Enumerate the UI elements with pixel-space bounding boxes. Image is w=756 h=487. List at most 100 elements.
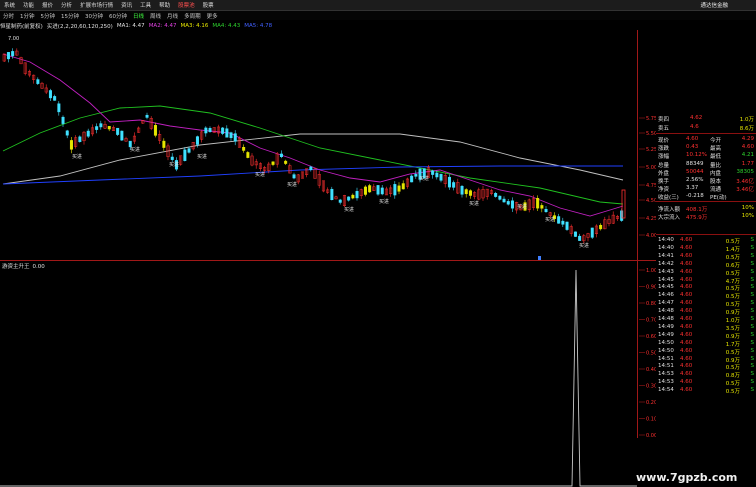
- trade-time: 14:47: [658, 300, 674, 307]
- candle-body: [279, 153, 283, 157]
- trade-vol: 1.4万: [725, 246, 740, 253]
- trade-tick-row: 14:50 4.60 1.7万 S: [658, 340, 754, 348]
- sell4-volume: 1.0万: [739, 117, 754, 123]
- menu-item-system[interactable]: 系统: [0, 1, 19, 9]
- quote-stat-v1: -0.218: [686, 193, 704, 200]
- candle-body: [61, 116, 65, 124]
- candle-body: [95, 126, 99, 130]
- menu-item-stock[interactable]: 股票: [199, 1, 218, 9]
- quote-stat-row: 总量 88349 量比 1.77: [658, 161, 754, 169]
- formula-name[interactable]: 买进(2,2,20,60,120,250): [47, 22, 113, 30]
- candle-body: [376, 185, 380, 195]
- ma5-value: MA5: 4.78: [244, 22, 273, 29]
- trade-time: 14:51: [658, 363, 674, 370]
- sub-indicator-title[interactable]: 游资主升王: [2, 264, 30, 270]
- period-tab-60min[interactable]: 60分钟: [106, 12, 130, 20]
- quote-stat-v2: 4.21: [741, 152, 754, 159]
- candle-body: [69, 140, 73, 150]
- trade-dir: S: [750, 237, 755, 243]
- trade-price: 4.60: [680, 339, 693, 346]
- quote-stat-v2: 4.60: [741, 144, 754, 151]
- trade-vol: 0.8万: [725, 373, 740, 380]
- buy-signal-label: 买进: [469, 200, 479, 207]
- candle-body: [330, 188, 334, 200]
- menu-item-extended-market[interactable]: 扩展市场行情: [76, 1, 117, 9]
- period-tab-monthly[interactable]: 月线: [164, 12, 181, 20]
- menu-item-analysis[interactable]: 分析: [57, 1, 76, 9]
- quote-stat-v2: 38305: [736, 168, 755, 175]
- trade-time: 14:54: [658, 387, 674, 394]
- trade-time: 14:49: [658, 323, 674, 330]
- quote-stat-v1: 475.9万: [686, 214, 708, 221]
- trade-dir: S: [750, 252, 755, 259]
- trade-tick-row: 14:49 4.60 3.5万 S: [658, 324, 754, 332]
- menu-item-help[interactable]: 帮助: [155, 1, 174, 9]
- trade-tick-row: 14:51 4.60 0.9万 S: [658, 356, 754, 364]
- candle-body: [233, 133, 237, 142]
- period-tab-weekly[interactable]: 周线: [147, 12, 164, 20]
- menu-item-news[interactable]: 资讯: [117, 1, 136, 9]
- y-tick-label: 5.25: [646, 147, 656, 153]
- menu-item-quote[interactable]: 报价: [38, 1, 57, 9]
- candle-body: [242, 147, 246, 151]
- quote-stat-v1: 50044: [686, 168, 704, 175]
- sell5-price: 4.6: [690, 124, 699, 130]
- candle-body: [36, 79, 40, 84]
- sell5-volume: 8.6万: [739, 126, 754, 132]
- stock-title[interactable]: 恒星制药(前复权): [0, 22, 43, 30]
- period-tab-daily[interactable]: 日线: [130, 12, 147, 20]
- quote-stat-v2: 3.46亿: [736, 179, 754, 185]
- candle-body: [11, 51, 15, 57]
- sub-y-tick-label: 0.10: [646, 417, 656, 423]
- y-tick-label: 4.25: [646, 216, 656, 222]
- trade-tick-row: 14:53 4.60 0.5万 S: [658, 379, 754, 387]
- indicator-bar: 恒星制药(前复权) 买进(2,2,20,60,120,250) MA1: 4.4…: [0, 21, 276, 30]
- trade-tick-row: 14:48 4.60 1.0万 S: [658, 316, 754, 324]
- trade-time: 14:51: [658, 355, 674, 362]
- candlestick-chart[interactable]: 5.755.505.255.004.754.504.254.007.00买进买进…: [0, 30, 656, 260]
- quote-stat-row: 现价 4.60 今开 4.29: [658, 136, 754, 144]
- candle-body: [208, 128, 212, 132]
- trade-price: 4.60: [680, 268, 693, 275]
- trade-vol: 0.9万: [725, 310, 740, 317]
- menu-item-function[interactable]: 功能: [19, 1, 38, 9]
- sell4-label: 卖四: [658, 117, 670, 123]
- ma250-line: [2, 165, 623, 185]
- trade-price: 4.60: [680, 387, 693, 394]
- trade-vol: 3.5万: [725, 325, 740, 332]
- period-tab-15min[interactable]: 15分钟: [58, 12, 82, 20]
- quote-stat-v2: 4.29: [741, 136, 754, 142]
- candle-body: [271, 161, 275, 165]
- trade-vol: 0.9万: [725, 333, 740, 340]
- trade-vol: 1.7万: [725, 341, 740, 348]
- trade-dir: S: [750, 371, 755, 378]
- candle-body: [57, 103, 61, 113]
- period-tab-timeshare[interactable]: 分时: [0, 12, 17, 20]
- candle-body: [590, 227, 594, 238]
- quote-stat-v2: 10%: [741, 212, 754, 219]
- trade-time: 14:50: [658, 347, 674, 354]
- trade-time: 14:45: [658, 284, 674, 291]
- trade-dir: S: [750, 323, 755, 330]
- candle-body: [338, 199, 342, 203]
- candle-body: [410, 175, 414, 183]
- quote-stat-l1: 涨跌: [658, 146, 670, 153]
- period-tab-1min[interactable]: 1分钟: [17, 12, 38, 20]
- buy-signal-label: 买进: [517, 203, 527, 210]
- period-tab-30min[interactable]: 30分钟: [82, 12, 106, 20]
- menu-item-tools[interactable]: 工具: [136, 1, 155, 9]
- period-tab-more[interactable]: 更多: [204, 12, 221, 20]
- quote-stat-l2: 今开: [710, 138, 722, 144]
- trade-price: 4.60: [680, 292, 693, 299]
- quote-stat-v2: 10%: [741, 204, 754, 211]
- trade-vol: 0.5万: [725, 389, 740, 396]
- period-tab-multi[interactable]: 多周期: [181, 12, 204, 20]
- trade-price: 4.60: [680, 260, 693, 267]
- sub-indicator-chart[interactable]: 1.00 0.90 0.80 0.70 0.60 0.50 0.40 0.30 0.20 0.10…: [0, 262, 656, 487]
- trade-vol: 0.5万: [725, 365, 740, 372]
- trade-tick-row: 14:51 4.60 0.5万 S: [658, 363, 754, 371]
- menu-item-stock-pool[interactable]: 股票池: [174, 1, 199, 9]
- period-tab-5min[interactable]: 5分钟: [38, 12, 59, 20]
- candle-body: [187, 148, 191, 153]
- trade-tick-row: 14:45 4.60 0.5万 S: [658, 284, 754, 292]
